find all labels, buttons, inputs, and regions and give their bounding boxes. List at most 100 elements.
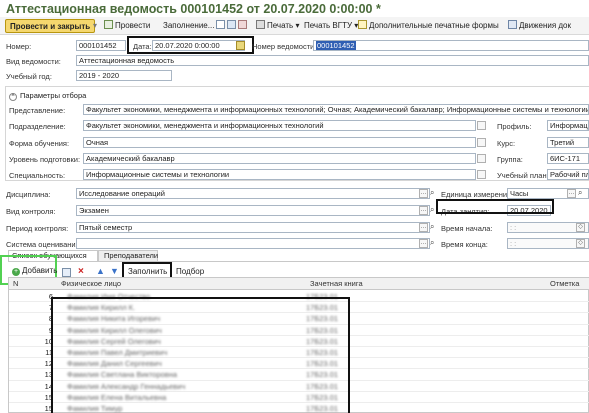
- window-title: Аттестационная ведомость 000101452 от 20…: [6, 2, 381, 16]
- study-form-label: Форма обучения:: [9, 139, 70, 148]
- start-time-spin-icon[interactable]: ◇: [576, 223, 585, 232]
- specialty-label: Специальность:: [9, 171, 66, 180]
- grading-system-label: Система оценивания:: [6, 240, 82, 249]
- copy-row-icon[interactable]: [62, 268, 71, 277]
- move-up-icon[interactable]: ▲: [96, 266, 105, 276]
- column-header-n[interactable]: N: [9, 278, 53, 290]
- course-label: Курс:: [497, 139, 516, 148]
- print-label: Печать: [267, 21, 294, 30]
- row-number: 8: [48, 314, 53, 324]
- toolbar-dropdown-icon[interactable]: ▾: [93, 19, 97, 33]
- document-icon[interactable]: [216, 20, 225, 29]
- specialty-open-icon[interactable]: [477, 170, 486, 179]
- row-number: 14: [44, 381, 53, 391]
- grading-system-field[interactable]: [76, 238, 430, 249]
- level-open-icon[interactable]: [477, 154, 486, 163]
- column-header-person[interactable]: Физическое лицо: [53, 278, 306, 290]
- movements-button[interactable]: Движения док: [508, 19, 571, 33]
- table-icon[interactable]: [238, 20, 247, 29]
- pick-button[interactable]: Подбор: [176, 267, 204, 276]
- study-form-open-icon[interactable]: [477, 138, 486, 147]
- subdivision-label: Подразделение:: [9, 122, 66, 131]
- forms-icon: [358, 20, 367, 29]
- extra-print-forms-button[interactable]: Дополнительные печатные формы: [358, 19, 499, 33]
- print-vgtu-button[interactable]: Печать ВГТУ ▾: [304, 19, 358, 33]
- fill-icons: [216, 19, 249, 33]
- subdivision-open-icon[interactable]: [477, 121, 486, 130]
- printer-icon: [256, 20, 265, 29]
- end-time-spin-icon[interactable]: ◇: [576, 239, 585, 248]
- row-number: 12: [44, 359, 53, 369]
- control-period-dropdown-icon[interactable]: …: [419, 223, 428, 232]
- print-button[interactable]: Печать ▾: [256, 19, 299, 33]
- delete-row-icon[interactable]: ×: [78, 266, 84, 277]
- subdivision-field[interactable]: Факультет экономики, менеджмента и инфор…: [83, 120, 476, 131]
- discipline-dropdown-icon[interactable]: …: [419, 189, 428, 198]
- representation-field[interactable]: Факультет экономики, менеджмента и инфор…: [83, 104, 589, 115]
- row-number: 9: [48, 325, 53, 335]
- unit-field[interactable]: Часы: [507, 188, 589, 199]
- plan-field[interactable]: Рабочий план 0000: [547, 169, 589, 180]
- discipline-search-icon[interactable]: ⌕: [430, 188, 434, 198]
- selection-group: [5, 86, 589, 181]
- profile-field[interactable]: Информационные систе: [547, 120, 589, 131]
- selection-group-title: Параметры отбора: [20, 91, 87, 100]
- toolbar: Провести и закрыть ▾ Провести Заполнение…: [0, 17, 589, 35]
- fill-menu-button[interactable]: Заполнение...: [163, 19, 214, 33]
- row-number: 10: [44, 336, 53, 346]
- unit-search-icon[interactable]: ⌕: [578, 188, 582, 198]
- sheet-type-field[interactable]: Аттестационная ведомость: [76, 55, 589, 66]
- row-number: 7: [48, 303, 53, 313]
- plan-label: Учебный план:: [497, 171, 549, 180]
- row-number: 11: [45, 348, 53, 357]
- academic-year-label: Учебный год:: [6, 72, 52, 81]
- control-type-field[interactable]: Экзамен: [76, 205, 430, 216]
- discipline-field[interactable]: Исследование операций: [76, 188, 430, 199]
- tab-teachers[interactable]: Преподаватели: [98, 250, 158, 261]
- selection-group-header[interactable]: ^ Параметры отбора: [9, 91, 86, 101]
- print-vgtu-label: Печать ВГТУ: [304, 21, 353, 30]
- table-redaction-box: [51, 297, 350, 413]
- course-field[interactable]: Третий: [547, 137, 589, 148]
- date-highlight-box: [127, 36, 254, 54]
- unit-dropdown-icon[interactable]: …: [567, 189, 576, 198]
- unit-label: Единица измерения:: [441, 190, 514, 199]
- post-and-close-button[interactable]: Провести и закрыть: [5, 19, 96, 33]
- level-label: Уровень подготовки:: [9, 155, 81, 164]
- group-label: Группа:: [497, 155, 523, 164]
- movements-label: Движения док: [519, 21, 571, 30]
- grading-system-dropdown-icon[interactable]: …: [419, 239, 428, 248]
- add-row-label: Добавить: [22, 266, 58, 275]
- control-type-dropdown-icon[interactable]: …: [419, 206, 428, 215]
- specialty-field[interactable]: Информационные системы и технологии: [83, 169, 476, 180]
- control-type-search-icon[interactable]: ⌕: [430, 205, 434, 215]
- study-form-field[interactable]: Очная: [83, 137, 476, 148]
- list-icon[interactable]: [227, 20, 236, 29]
- column-header-record-book[interactable]: Зачетная книга: [306, 278, 546, 290]
- collapse-icon[interactable]: ^: [9, 93, 17, 101]
- movements-icon: [508, 20, 517, 29]
- number-label: Номер:: [6, 42, 32, 51]
- row-number: 15: [44, 392, 53, 402]
- row-number: 6: [48, 292, 53, 301]
- control-period-label: Период контроля:: [6, 224, 69, 233]
- group-field[interactable]: 6ИС-171: [547, 153, 589, 164]
- sheet-type-label: Вид ведомости:: [6, 57, 61, 66]
- discipline-label: Дисциплина:: [6, 190, 51, 199]
- move-down-icon[interactable]: ▼: [110, 266, 119, 276]
- add-icon: +: [12, 268, 20, 276]
- sheet-number-label: Номер ведомости:: [252, 42, 317, 51]
- post-label: Провести: [115, 21, 151, 30]
- add-row-button[interactable]: + Добавить: [12, 266, 57, 276]
- post-button[interactable]: Провести: [104, 19, 150, 33]
- control-period-field[interactable]: Пятый семестр: [76, 222, 430, 233]
- academic-year-field[interactable]: 2019 - 2020: [76, 70, 172, 81]
- control-period-search-icon[interactable]: ⌕: [430, 222, 434, 232]
- post-icon: [104, 20, 113, 29]
- number-field[interactable]: 000101452: [76, 40, 126, 51]
- column-header-mark[interactable]: Отметка: [546, 278, 589, 290]
- level-field[interactable]: Академический бакалавр: [83, 153, 476, 164]
- tab-divider: [8, 261, 589, 262]
- grading-system-search-icon[interactable]: ⌕: [430, 238, 434, 248]
- sheet-number-field[interactable]: 000101452: [313, 40, 589, 51]
